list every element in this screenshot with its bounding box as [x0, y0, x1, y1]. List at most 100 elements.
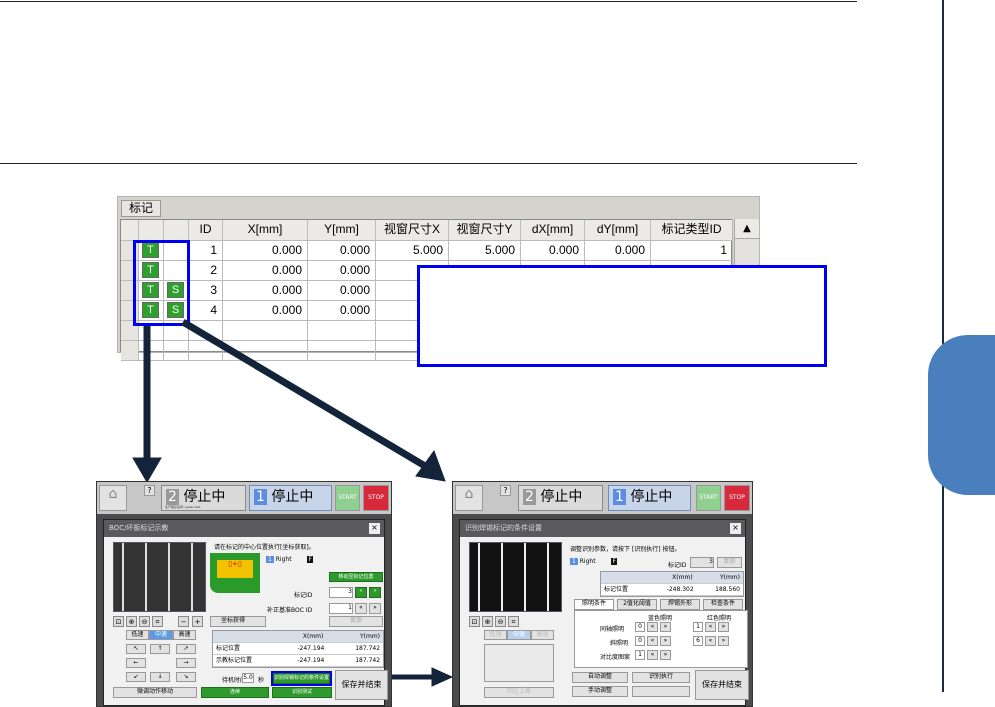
head-indicator: 1 Right F — [266, 556, 313, 563]
jog-w[interactable]: ← — [126, 658, 146, 668]
tab-binarize[interactable]: 2值化阈值 — [617, 599, 657, 610]
speed-high[interactable]: 高速 — [531, 630, 554, 640]
next-boc-button[interactable]: » — [369, 603, 381, 614]
close-button[interactable]: × — [730, 523, 741, 534]
coaxial-red-field[interactable]: 1 — [693, 622, 703, 632]
boc-mark-teach-dialog: BOC/坏板标记示教 × 请在标记的中心位置执行[坐标获取]。 ▯+▯ 1 Ri… — [103, 519, 388, 706]
top-bar: ⌂ ? 2 停止中 生产程序名称: ppass test 1 停止中 START … — [97, 482, 391, 514]
coaxial-blue-field[interactable]: 0 — [635, 622, 645, 632]
top-bar: ⌂ ? 2 停止中 1 停止中 START STOP — [453, 482, 752, 514]
tab-solder-shape[interactable]: 焊锡外形 — [660, 599, 700, 610]
stop-button[interactable]: STOP — [363, 485, 389, 511]
reset-button[interactable]: 复原 — [717, 557, 742, 568]
prev-boc-button[interactable]: « — [355, 603, 367, 614]
oblique-blue-inc[interactable]: » — [660, 636, 671, 646]
oblique-red-dec[interactable]: « — [705, 636, 716, 646]
manual-adjust-button[interactable]: 手动调整 — [572, 686, 628, 697]
coaxial-red-dec[interactable]: « — [705, 622, 716, 632]
save-and-finish-button[interactable]: 保存并结束 — [335, 670, 388, 700]
plus-icon[interactable]: + — [192, 616, 203, 627]
expand-icon[interactable]: ⌗ — [152, 616, 163, 627]
jog-n[interactable]: ↑ — [150, 644, 170, 654]
jog-nw[interactable]: ↖ — [126, 644, 146, 654]
contrast-inc[interactable]: » — [660, 650, 671, 660]
fit-icon[interactable]: ⊡ — [469, 616, 480, 627]
execute-recognition-button[interactable]: 识别执行 — [632, 672, 690, 683]
zoom-out-icon[interactable]: ⊖ — [139, 616, 150, 627]
status-lane-1: 1 停止中 — [249, 485, 332, 511]
position-table: X(mm) Y(mm) 标记位置 -248.302 188.560 — [600, 571, 744, 597]
get-coordinate-button[interactable]: 坐标获得 — [210, 616, 266, 627]
close-button[interactable]: × — [369, 523, 380, 534]
mark-id-field[interactable]: 3 — [329, 587, 353, 598]
jog-s[interactable]: ↓ — [150, 672, 170, 682]
arrow-to-right-shot — [181, 318, 427, 470]
oblique-red-inc[interactable]: » — [718, 636, 729, 646]
boc-id-field[interactable]: 1 — [329, 603, 353, 614]
continuous-button[interactable]: 连续 — [201, 687, 269, 698]
speed-mid[interactable]: 中速 — [507, 630, 531, 640]
next-id-button[interactable]: » — [369, 587, 381, 598]
contrast-field[interactable]: 1 — [635, 650, 645, 660]
coaxial-red-inc[interactable]: » — [718, 622, 729, 632]
move-to-mark-button[interactable]: 移动至标记位置 — [329, 572, 383, 582]
recognition-condition-dialog: 识别焊锡标记的条件设置 × 调整识别参数，请按下 [识别执行] 按钮。 1 Ri… — [459, 519, 749, 706]
status-lane-1: 1 停止中 — [608, 485, 691, 511]
minus-icon[interactable]: − — [178, 616, 189, 627]
camera-image — [113, 542, 206, 612]
expand-icon[interactable]: ⌗ — [508, 616, 519, 627]
coaxial-blue-inc[interactable]: » — [660, 622, 671, 632]
speed-high[interactable]: 高速 — [173, 630, 196, 640]
oblique-red-field[interactable]: 6 — [693, 636, 703, 646]
return-top-left-button[interactable]: 回左上角 — [484, 687, 554, 698]
position-table: X(mm) Y(mm) 标记位置 -247.194 187.742 示教标记位置 -24… — [212, 630, 384, 668]
help-button[interactable]: ? — [144, 485, 155, 496]
zoom-in-icon[interactable]: ⊕ — [126, 616, 137, 627]
start-button[interactable]: START — [335, 485, 360, 511]
jog-sw[interactable]: ↙ — [126, 672, 146, 682]
dialog-title: 识别焊锡标记的条件设置 — [460, 520, 745, 537]
stop-button[interactable]: STOP — [724, 485, 750, 511]
jog-pad[interactable] — [484, 644, 554, 682]
recognition-test-button[interactable]: 识别测试 — [272, 687, 332, 698]
jog-move-button[interactable]: 微调动作移动 — [113, 687, 197, 698]
speed-mid[interactable]: 中速 — [149, 630, 173, 640]
jog-se[interactable]: ↘ — [176, 672, 196, 682]
home-button[interactable]: ⌂ — [455, 485, 483, 511]
speed-low[interactable]: 低速 — [484, 630, 507, 640]
start-button[interactable]: START — [696, 485, 721, 511]
right-screenshot: ⌂ ? 2 停止中 1 停止中 START STOP 识别焊锡标记的条件设置 ×… — [452, 481, 753, 707]
home-button[interactable]: ⌂ — [99, 485, 127, 511]
boc-id-label: 补正基准BOC ID — [267, 607, 313, 614]
instruction-text: 请在标记的中心位置执行[坐标获取]。 — [214, 544, 315, 551]
contrast-dec[interactable]: « — [647, 650, 658, 660]
help-button[interactable]: ? — [500, 485, 511, 496]
contrast-label: 对比度图案 — [600, 654, 631, 661]
zoom-out-icon[interactable]: ⊖ — [495, 616, 506, 627]
instruction-text: 调整识别参数，请按下 [识别执行] 按钮。 — [570, 546, 681, 553]
jog-ne[interactable]: ↗ — [176, 644, 196, 654]
head-indicator: 1 Right F — [570, 558, 617, 565]
tab-lighting[interactable]: 照明条件 — [574, 599, 614, 610]
speed-low[interactable]: 低速 — [126, 630, 149, 640]
coaxial-blue-dec[interactable]: « — [647, 622, 658, 632]
jog-e[interactable]: → — [176, 658, 196, 668]
fit-icon[interactable]: ⊡ — [113, 616, 124, 627]
wait-time-field[interactable]: 5.0 — [242, 673, 254, 683]
oblique-blue-dec[interactable]: « — [647, 636, 658, 646]
mark-id-field[interactable]: 3 — [690, 557, 714, 568]
zoom-in-icon[interactable]: ⊕ — [482, 616, 493, 627]
reset-button[interactable]: 复原 — [329, 616, 383, 627]
tab-inspection[interactable]: 检查条件 — [703, 599, 743, 610]
save-and-finish-button[interactable]: 保存并结束 — [695, 670, 749, 700]
recognition-condition-button[interactable]: 识别焊锡标记的条件设置 — [271, 671, 332, 686]
arrowhead — [431, 667, 454, 687]
arrowhead — [132, 457, 162, 483]
blank-button[interactable] — [632, 686, 690, 697]
oblique-blue-field[interactable]: 0 — [635, 636, 645, 646]
mark-preview: ▯+▯ — [210, 553, 260, 593]
mark-id-label: 标记ID — [668, 562, 687, 569]
auto-adjust-button[interactable]: 自动调整 — [572, 672, 628, 683]
mark-id-label: 标记ID — [294, 592, 313, 599]
prev-id-button[interactable]: « — [355, 587, 367, 598]
